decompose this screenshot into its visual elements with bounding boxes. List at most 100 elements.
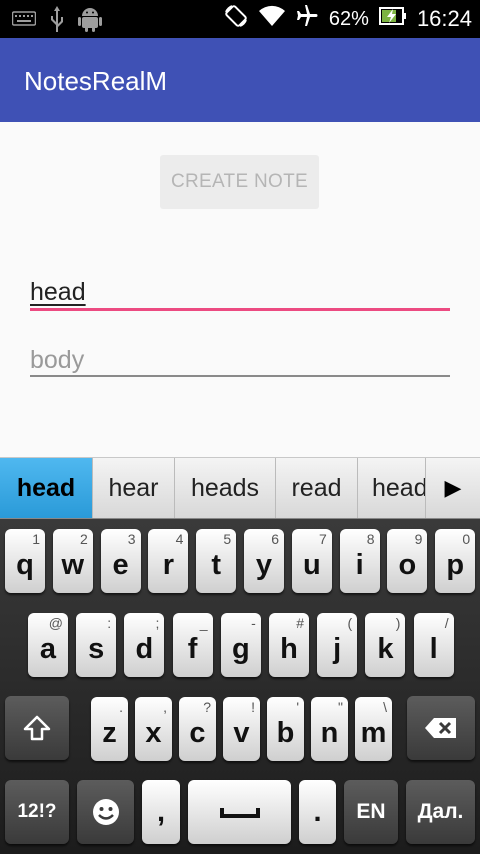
key-alt-label: / [444,615,449,631]
key-alt-label: : [107,615,112,631]
backspace-key[interactable] [407,696,475,760]
key-alt-label: 1 [32,531,40,547]
body-field[interactable] [30,337,450,377]
more-suggestions-arrow-icon[interactable]: ▶ [426,458,480,518]
key-r[interactable]: 4r [148,529,189,593]
key-y[interactable]: 6y [244,529,284,593]
key-label: h [280,632,298,665]
period-key[interactable]: . [299,780,336,844]
key-alt-label: ! [251,699,255,715]
key-label: m [360,716,387,749]
key-p[interactable]: 0p [435,529,476,593]
key-label: t [211,548,222,581]
key-label: a [39,632,57,665]
key-alt-label: 0 [462,531,471,547]
suggestion-item[interactable]: read [276,458,358,518]
emoji-icon [92,799,119,825]
key-z[interactable]: .z [91,697,128,761]
key-alt-label: , [163,699,167,715]
main-content: CREATE NOTE head [0,122,480,457]
key-c[interactable]: ? c [179,697,216,761]
shift-key[interactable] [5,696,69,760]
key-label: r [162,548,175,581]
shift-icon [23,715,51,741]
key-label: f [187,632,198,665]
key-v[interactable]: ! v [223,697,260,761]
app-bar: NotesRealM [0,38,480,122]
suggestion-item[interactable]: head [0,458,93,518]
battery-icon [378,5,407,33]
key-label: g [231,632,250,665]
space-icon [219,808,260,818]
suggestion-item[interactable]: head [358,458,426,518]
key-alt-label: # [296,615,304,631]
key-label: d [135,632,154,665]
key-alt-label: 5 [223,531,232,547]
emoji-key[interactable] [77,780,134,844]
key-label: c [189,716,206,749]
suggestion-item[interactable]: heads [175,458,276,518]
key-w[interactable]: 2w [52,529,93,593]
key-m[interactable]: \ m [355,697,392,761]
key-label: p [446,548,465,581]
android-icon [78,6,102,37]
key-d[interactable]: ; d [124,613,165,677]
key-g[interactable]: -g [220,613,261,677]
airplane-icon [295,4,319,34]
key-label: s [88,632,105,665]
wifi-icon [258,5,285,33]
head-field-underline [30,308,450,311]
key-n[interactable]: " n [311,697,348,761]
key-q[interactable]: 1q [5,529,45,593]
key-o[interactable]: 9o [387,529,428,593]
comma-key[interactable]: , [142,780,180,844]
language-key[interactable]: EN [344,780,398,844]
soft-keyboard: 1q2w3e4r5t6y7u8i9o0p @ a: s; d _ f - g # h(j) k / l … [0,519,480,854]
key-e[interactable]: 3e [100,529,141,593]
key-label: j [333,632,342,665]
key-alt-label: 9 [414,531,423,547]
key-t[interactable]: 5t [196,529,237,593]
key-alt-label: \ [383,699,387,715]
suggestion-strip: head hear heads read head ▶ [0,457,480,519]
key-alt-label: 4 [175,531,184,547]
key-alt-label: 3 [127,531,136,547]
key-label: o [398,548,417,581]
status-bar-left [11,6,102,37]
key-label: u [302,548,321,581]
head-field-value: head [30,278,86,306]
key-k[interactable]: ) k [365,613,406,677]
key-j[interactable]: (j [317,613,358,677]
key-a[interactable]: @ a [28,613,68,677]
suggestion-item[interactable]: hear [93,458,175,518]
head-field[interactable]: head [30,268,450,311]
key-alt-label: ( [347,615,353,631]
status-bar: 62% 16:24 [0,0,480,38]
next-key[interactable]: Дал. [406,780,475,844]
key-alt-label: @ [48,615,63,631]
key-label: b [276,716,295,749]
key-b[interactable]: ' b [267,697,304,761]
key-l[interactable]: / l [413,613,454,677]
key-s[interactable]: :s [76,613,117,677]
create-note-button[interactable]: CREATE NOTE [160,155,319,209]
key-label: z [102,716,117,749]
key-label: i [355,548,364,581]
app-title: NotesRealM [24,66,168,96]
body-input[interactable] [30,343,450,377]
key-u[interactable]: 7u [291,529,332,593]
key-label: w [61,548,85,581]
key-h[interactable]: # h [269,613,309,677]
space-key[interactable] [188,780,291,844]
key-label: y [255,548,273,581]
key-label: v [233,716,250,749]
symbols-key[interactable]: 12!? [5,780,69,844]
battery-percent: 62% [328,7,369,30]
usb-icon [50,6,64,37]
key-i[interactable]: 8i [339,529,380,593]
key-f[interactable]: _ f [172,613,213,677]
key-x[interactable]: ,x [135,697,172,761]
key-alt-label: ; [155,615,160,631]
key-label: e [112,548,129,581]
key-alt-label: _ [199,615,208,631]
